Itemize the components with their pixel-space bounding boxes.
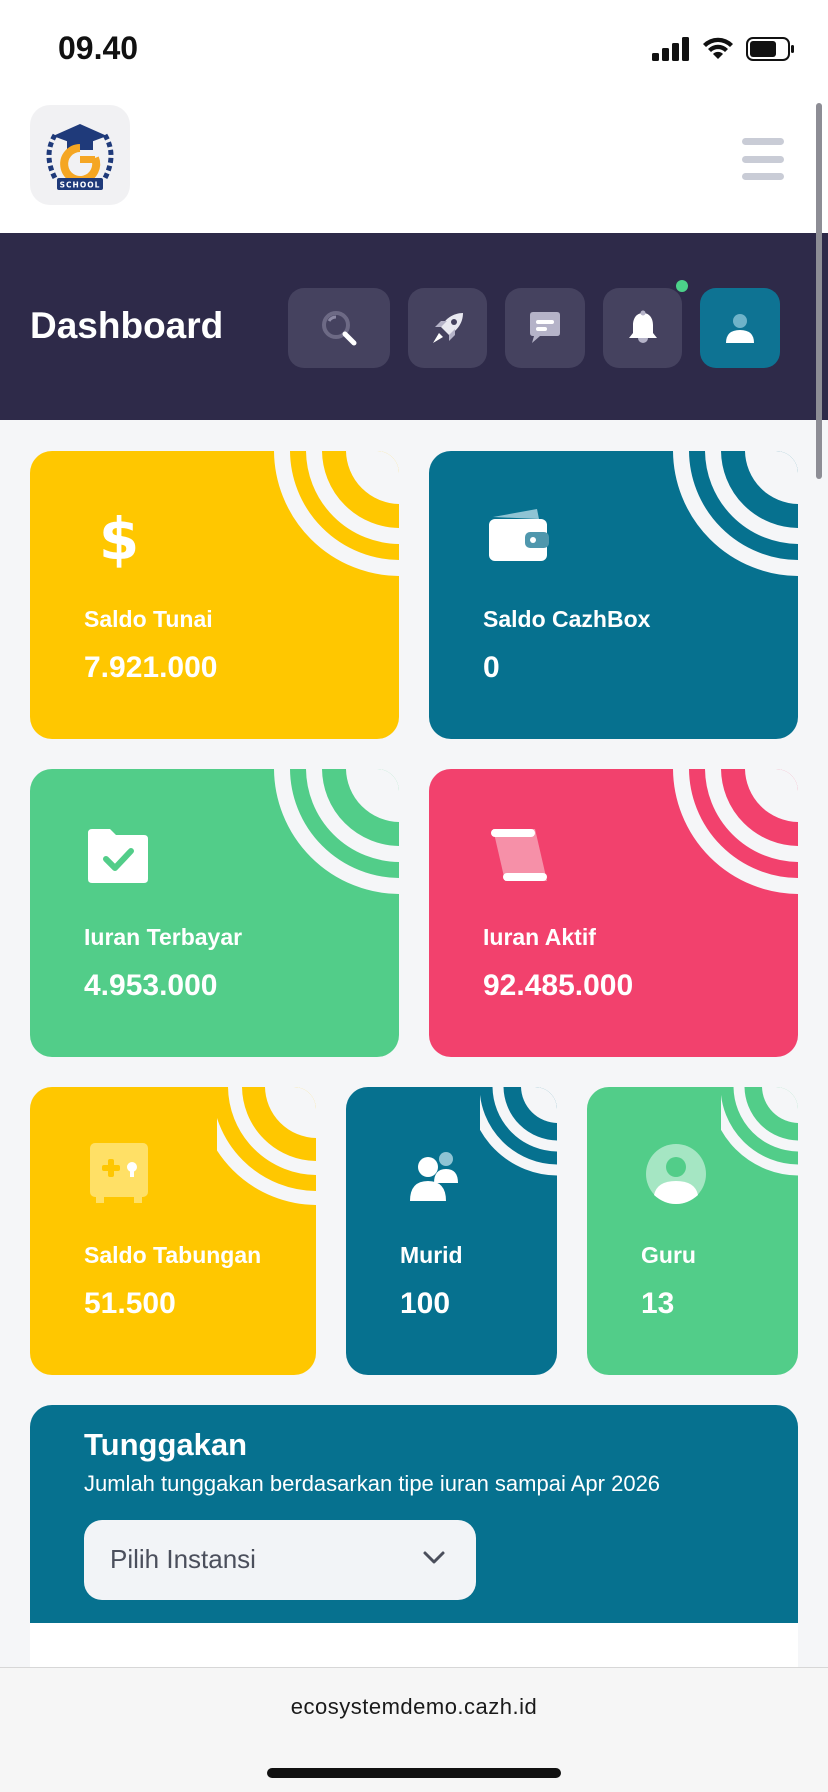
hamburger-menu-button[interactable] [742, 138, 784, 180]
card-iuran-terbayar[interactable]: Iuran Terbayar 4.953.000 [30, 769, 399, 1057]
card-iuran-aktif[interactable]: Iuran Aktif 92.485.000 [429, 769, 798, 1057]
dollar-icon: $ [99, 505, 139, 573]
status-bar: 09.40 [0, 0, 828, 100]
tunggakan-title: Tunggakan [84, 1427, 248, 1462]
menu-line-icon [742, 138, 784, 145]
scrollbar[interactable] [816, 103, 822, 479]
decorative-rings-icon [274, 769, 399, 894]
page-title: Dashboard [30, 305, 224, 346]
wallet-icon [489, 509, 549, 561]
card-value: 92.485.000 [483, 969, 634, 1002]
select-value: Pilih Instansi [110, 1544, 256, 1574]
search-button[interactable] [288, 288, 390, 368]
chevron-down-icon [423, 1551, 445, 1564]
card-label: Iuran Terbayar [84, 924, 243, 950]
card-saldo-cazhbox[interactable]: Saldo CazhBox 0 [429, 451, 798, 739]
dashboard-banner: Dashboard [0, 233, 828, 420]
home-indicator[interactable] [267, 1768, 561, 1778]
chat-button[interactable] [505, 288, 585, 368]
card-label: Murid [400, 1242, 463, 1268]
card-guru[interactable]: Guru 13 [587, 1087, 798, 1375]
bell-icon [628, 310, 657, 343]
decorative-rings-icon [673, 769, 798, 894]
status-icons [652, 34, 796, 64]
notification-badge [676, 280, 688, 292]
profile-button[interactable] [700, 288, 780, 368]
card-value: 51.500 [84, 1287, 176, 1320]
notification-button[interactable] [603, 280, 688, 368]
decorative-rings-icon [673, 451, 798, 576]
school-logo-icon: SCHOOL [46, 124, 114, 190]
card-label: Saldo Tabungan [84, 1242, 262, 1268]
tunggakan-subtitle: Jumlah tunggakan berdasarkan tipe iuran … [84, 1471, 661, 1496]
card-saldo-tunai[interactable]: $ Saldo Tunai 7.921.000 [30, 451, 399, 739]
card-label: Guru [641, 1242, 696, 1268]
safe-icon [90, 1143, 148, 1203]
card-label: Iuran Aktif [483, 924, 596, 950]
card-value: 7.921.000 [84, 651, 218, 684]
svg-text:$: $ [99, 505, 139, 573]
decorative-rings-icon [274, 451, 399, 576]
rocket-button[interactable] [408, 288, 487, 368]
card-murid[interactable]: Murid 100 [346, 1087, 557, 1375]
decorative-rings-icon [480, 1087, 557, 1176]
card-value: 0 [483, 651, 500, 684]
search-icon [322, 311, 357, 346]
folder-check-icon [88, 829, 148, 883]
tunggakan-panel: Tunggakan Jumlah tunggakan berdasarkan t… [30, 1405, 798, 1623]
battery-icon [746, 37, 794, 61]
scroll-icon [491, 829, 547, 881]
status-time: 09.40 [58, 30, 139, 66]
user-icon [726, 314, 754, 343]
app-header: SCHOOL [0, 100, 828, 233]
decorative-rings-icon [217, 1087, 316, 1205]
tunggakan-content-area [30, 1623, 798, 1668]
card-value: 4.953.000 [84, 969, 218, 1002]
cellular-signal-icon [652, 37, 689, 61]
url-bar[interactable]: ecosystemdemo.cazh.id [0, 1694, 828, 1720]
teacher-icon [646, 1144, 706, 1204]
decorative-rings-icon [721, 1087, 798, 1176]
school-logo[interactable]: SCHOOL [30, 105, 130, 205]
card-label: Saldo Tunai [84, 606, 213, 632]
card-label: Saldo CazhBox [483, 606, 651, 632]
menu-line-icon [742, 155, 784, 163]
chat-icon [530, 312, 560, 343]
wifi-icon [703, 37, 733, 59]
students-icon [410, 1152, 458, 1201]
card-saldo-tabungan[interactable]: Saldo Tabungan 51.500 [30, 1087, 316, 1375]
card-value: 100 [400, 1287, 451, 1320]
rocket-icon [432, 313, 463, 343]
instansi-select[interactable]: Pilih Instansi [84, 1520, 476, 1600]
card-value: 13 [641, 1287, 675, 1320]
menu-line-icon [742, 173, 784, 180]
svg-text:SCHOOL: SCHOOL [60, 181, 101, 190]
browser-bar: ecosystemdemo.cazh.id [0, 1667, 828, 1792]
